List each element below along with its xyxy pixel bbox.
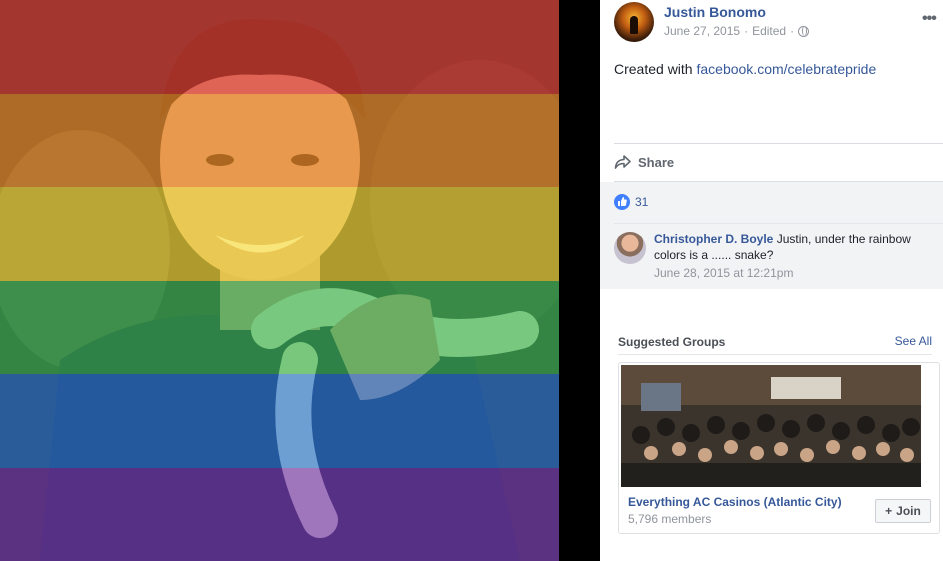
globe-icon[interactable]: [798, 25, 810, 37]
share-button[interactable]: Share: [614, 154, 674, 170]
share-label: Share: [638, 154, 675, 170]
rainbow-stripe: [0, 93, 559, 187]
rainbow-stripe: [0, 0, 559, 94]
edited-label[interactable]: Edited: [752, 24, 786, 38]
post-panel: Justin Bonomo June 27, 2015 · Edited · •…: [600, 0, 943, 561]
thumbs-up-icon: [614, 194, 630, 210]
rainbow-overlay: [0, 0, 559, 561]
author-name[interactable]: Justin Bonomo: [664, 4, 766, 20]
rainbow-stripe: [0, 467, 559, 561]
rainbow-stripe: [0, 187, 559, 281]
rainbow-stripe: [0, 374, 559, 468]
author-avatar[interactable]: [614, 2, 654, 42]
group-name[interactable]: Everything AC Casinos (Atlantic City): [628, 495, 842, 509]
group-cover-photo[interactable]: [621, 365, 921, 487]
reaction-summary[interactable]: 31: [614, 194, 648, 210]
post-text: Created with facebook.com/celebratepride: [614, 61, 876, 77]
post-meta: June 27, 2015 · Edited ·: [664, 24, 810, 38]
see-all-link[interactable]: See All: [895, 334, 932, 348]
join-label: Join: [896, 504, 921, 518]
more-options-icon[interactable]: •••: [922, 10, 937, 28]
comment-timestamp[interactable]: June 28, 2015 at 12:21pm: [654, 265, 934, 281]
like-count: 31: [635, 195, 649, 209]
divider: [614, 223, 943, 224]
profile-photo[interactable]: [0, 0, 559, 561]
plus-icon: +: [885, 504, 893, 518]
comment: Christopher D. Boyle Justin, under the r…: [654, 231, 934, 281]
rainbow-stripe: [0, 280, 559, 374]
meta-separator: ·: [744, 24, 749, 38]
suggested-group-card: Everything AC Casinos (Atlantic City) 5,…: [618, 362, 940, 534]
post-text-prefix: Created with: [614, 61, 693, 77]
commenter-name[interactable]: Christopher D. Boyle: [654, 232, 773, 246]
divider: [618, 354, 932, 355]
share-icon: [614, 155, 631, 169]
meta-separator: ·: [790, 24, 795, 38]
join-group-button[interactable]: + Join: [875, 499, 931, 523]
post-date[interactable]: June 27, 2015: [664, 24, 740, 38]
group-member-count: 5,796 members: [628, 512, 712, 526]
photo-viewer: [0, 0, 600, 561]
commenter-avatar[interactable]: [614, 232, 646, 264]
comments-section: 31 Christopher D. Boyle Justin, under th…: [600, 182, 943, 289]
divider: [614, 143, 943, 144]
celebrate-pride-link[interactable]: facebook.com/celebratepride: [696, 61, 876, 77]
suggested-groups-title: Suggested Groups: [618, 335, 726, 349]
